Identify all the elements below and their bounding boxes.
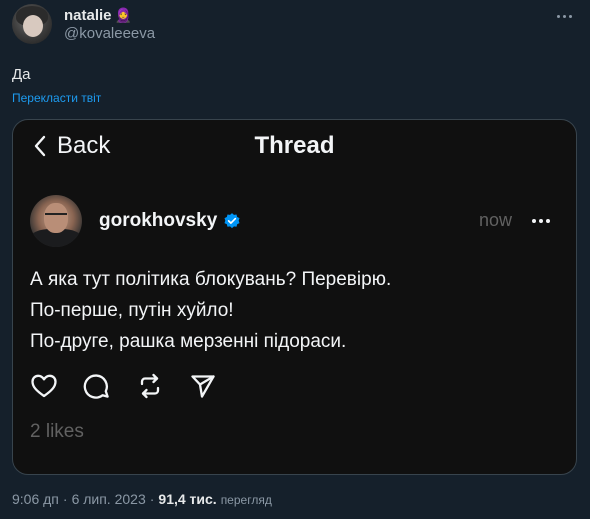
thread-title: Thread [254, 132, 335, 159]
thread-more-icon [532, 216, 556, 226]
share-icon [191, 375, 215, 398]
tweet-text: Да [12, 66, 31, 83]
views-label: перегляд [220, 493, 272, 507]
author-avatar[interactable] [12, 4, 52, 44]
author-name-row[interactable]: natalie 🧕 [64, 5, 132, 25]
translate-tweet-link[interactable]: Перекласти твіт [12, 91, 101, 105]
repost-icon [140, 373, 160, 399]
thread-line: А яка тут політика блокувань? Перевірю. [30, 269, 392, 290]
heart-icon [31, 374, 57, 398]
more-dot-icon [562, 14, 566, 18]
more-dot-icon [556, 14, 560, 18]
thread-time: now [479, 210, 513, 230]
thread-username: gorokhovsky [99, 210, 218, 231]
verified-badge-icon [224, 213, 240, 229]
tweet-meta: 9:06 дп · 6 лип. 2023 · 91,4 тис. перегл… [12, 491, 272, 509]
tweet-date[interactable]: 6 лип. 2023 [72, 491, 146, 507]
thread-user-avatar [30, 195, 82, 247]
author-display-name[interactable]: natalie [64, 7, 112, 24]
author-handle[interactable]: @kovaleeeva [64, 25, 155, 42]
meta-separator: · [149, 491, 155, 507]
author-emoji: 🧕 [114, 6, 132, 23]
more-dot-icon [568, 14, 572, 18]
tweet-time[interactable]: 9:06 дп [12, 491, 59, 507]
thread-line: По-перше, путін хуйло! [30, 300, 234, 321]
embedded-thread-screenshot[interactable]: Back Thread gorokhovsky now А яка тут по… [12, 119, 577, 475]
thread-likes: 2 likes [30, 421, 84, 442]
more-options-button[interactable] [552, 8, 576, 24]
thread-text: А яка тут політика блокувань? Перевірю. … [30, 264, 391, 357]
meta-separator: · [62, 491, 68, 507]
tweet: natalie 🧕 @kovaleeeva Да Перекласти твіт… [0, 0, 590, 519]
views-count: 91,4 тис. [158, 491, 217, 507]
thread-line: По-друге, рашка мерзенні підораси. [30, 331, 347, 352]
thread-user-row: gorokhovsky [99, 208, 241, 234]
thread-actions [30, 372, 217, 400]
comment-icon [83, 374, 109, 399]
